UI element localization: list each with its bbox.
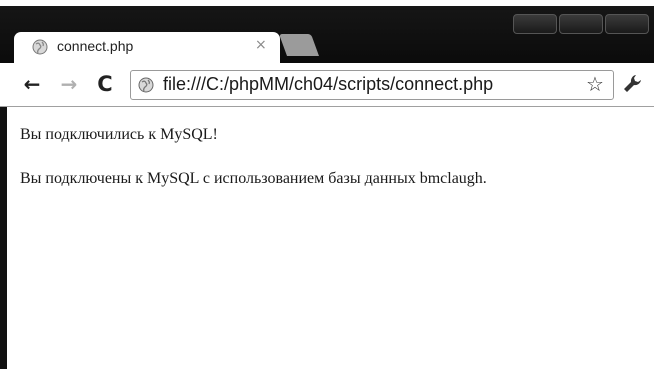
maximize-button[interactable]: [559, 14, 603, 34]
connected-message: Вы подключились к MySQL!: [20, 126, 218, 143]
star-icon[interactable]: ☆: [586, 72, 604, 96]
back-button[interactable]: ←: [21, 72, 43, 96]
title-bar: connect.php ×: [0, 0, 654, 63]
page-info-globe-icon[interactable]: [138, 77, 154, 93]
globe-icon: [32, 39, 48, 55]
close-window-button[interactable]: [605, 14, 649, 34]
window-controls: [513, 14, 649, 34]
tab-connect-php[interactable]: connect.php ×: [14, 32, 280, 63]
browser-window: connect.php × ← → C file:///C:/phpMM/ch0…: [0, 0, 654, 369]
wrench-icon[interactable]: [622, 73, 644, 95]
address-bar[interactable]: file:///C:/phpMM/ch04/scripts/connect.ph…: [130, 70, 614, 100]
tab-close-icon[interactable]: ×: [255, 37, 267, 53]
top-strip: [0, 0, 654, 6]
toolbar: ← → C file:///C:/phpMM/ch04/scripts/conn…: [0, 63, 654, 107]
reload-button[interactable]: C: [94, 72, 116, 96]
database-message: Вы подключены к MySQL с использованием б…: [20, 170, 487, 187]
new-tab-button[interactable]: [278, 34, 320, 56]
page-content: Вы подключились к MySQL! Вы подключены к…: [7, 108, 654, 369]
window-left-border: [0, 107, 7, 369]
tab-title: connect.php: [57, 38, 134, 54]
forward-button[interactable]: →: [58, 72, 80, 96]
url-text[interactable]: file:///C:/phpMM/ch04/scripts/connect.ph…: [163, 74, 493, 95]
minimize-button[interactable]: [513, 14, 557, 34]
